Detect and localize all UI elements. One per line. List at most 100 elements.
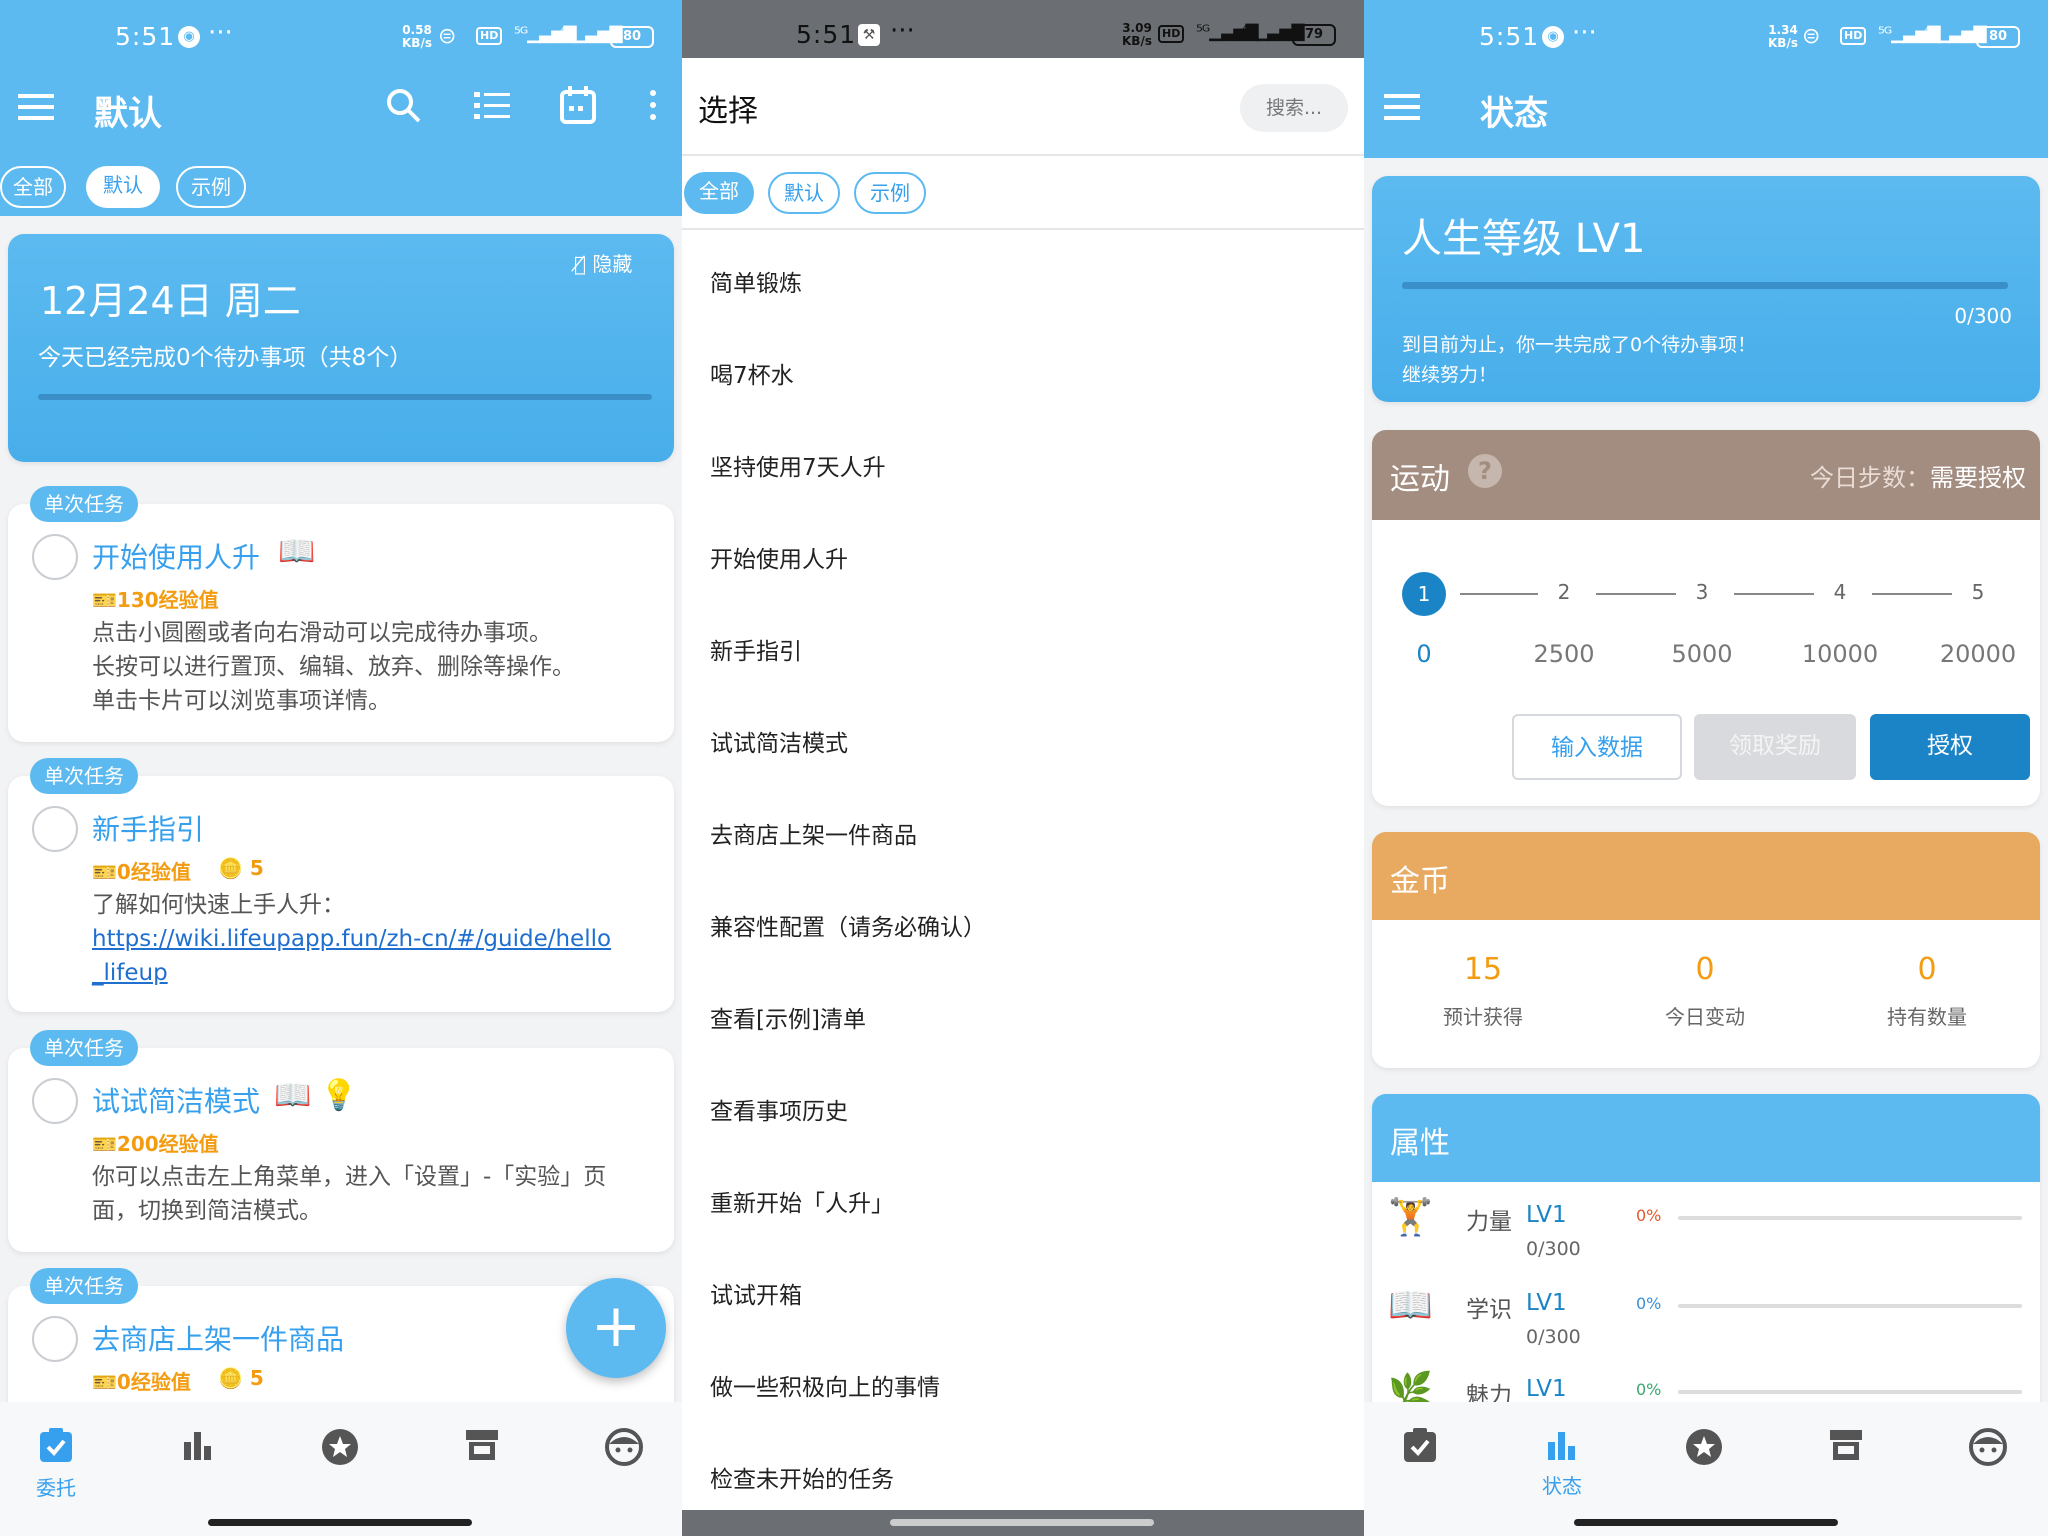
menu-icon[interactable] bbox=[18, 94, 54, 120]
task-option[interactable]: 简单锻炼 bbox=[710, 264, 802, 298]
nav-tasks[interactable] bbox=[1380, 1428, 1460, 1468]
home-indicator bbox=[1574, 1519, 1838, 1526]
coins-stat-owned: 0 持有数量 bbox=[1887, 952, 1967, 1029]
divider bbox=[682, 228, 1364, 230]
step-threshold: 0 bbox=[1416, 640, 1432, 668]
bottom-nav: 委托 bbox=[0, 1402, 682, 1536]
step-threshold: 20000 bbox=[1939, 640, 2017, 668]
exercise-header: 运动 ? 今日步数：需要授权 bbox=[1372, 430, 2040, 520]
overflow-menu-icon[interactable] bbox=[650, 90, 656, 120]
attribute-progress-bar bbox=[1678, 1390, 2022, 1394]
filter-chip-all[interactable]: 全部 bbox=[684, 172, 754, 214]
task-type-tag: 单次任务 bbox=[30, 758, 138, 794]
filter-chip-default[interactable]: 默认 bbox=[86, 166, 160, 208]
wifi-calling-icon: ⊜ bbox=[1802, 24, 1821, 49]
summary-subtitle: 今天已经完成0个待办事项（共8个） bbox=[38, 345, 413, 371]
wifi-calling-icon: ⊜ bbox=[438, 24, 457, 49]
attributes-card: 属性 🏋 力量 LV1 0/300 0% 📖 学识 LV1 0/300 0% 🌿… bbox=[1372, 1094, 2040, 1414]
calendar-icon[interactable] bbox=[560, 86, 596, 124]
network-speed: 3.09 KB/s bbox=[1122, 21, 1152, 48]
input-data-button[interactable]: 输入数据 bbox=[1512, 714, 1682, 780]
step-milestone: 3 bbox=[1695, 580, 1709, 604]
complete-task-circle[interactable] bbox=[32, 1316, 78, 1362]
authorize-button[interactable]: 授权 bbox=[1870, 714, 2030, 780]
complete-task-circle[interactable] bbox=[32, 1078, 78, 1124]
attribute-row-knowledge[interactable]: 📖 学识 LV1 0/300 0% bbox=[1372, 1284, 2040, 1364]
home-indicator bbox=[208, 1519, 472, 1526]
guide-link[interactable]: https://wiki.lifeupapp.fun/zh-cn/#/guide… bbox=[92, 922, 611, 990]
clipboard-check-icon bbox=[1404, 1428, 1436, 1462]
step-milestone: 5 bbox=[1971, 580, 1985, 604]
claim-reward-button[interactable]: 领取奖励 bbox=[1694, 714, 1856, 780]
nav-tasks[interactable]: 委托 bbox=[16, 1428, 96, 1501]
task-option[interactable]: 查看[示例]清单 bbox=[710, 1000, 866, 1034]
menu-icon[interactable] bbox=[1384, 94, 1420, 120]
book-icon: 📖 bbox=[1388, 1285, 1433, 1326]
nav-profile[interactable] bbox=[1948, 1428, 2028, 1470]
steps-today[interactable]: 今日步数：需要授权 bbox=[1810, 458, 2026, 493]
skill-book-icon: 📖 bbox=[278, 534, 316, 569]
attribute-row-strength[interactable]: 🏋 力量 LV1 0/300 0% bbox=[1372, 1196, 2040, 1276]
add-task-fab[interactable]: + bbox=[566, 1278, 666, 1378]
task-option[interactable]: 重新开始「人升」 bbox=[710, 1184, 894, 1218]
task-option[interactable]: 检查未开始的任务 bbox=[710, 1460, 894, 1494]
nav-shop[interactable] bbox=[1806, 1428, 1886, 1466]
nav-achievements[interactable] bbox=[1664, 1428, 1744, 1470]
today-summary-card[interactable]: 12月24日 周二 👁̸ 隐藏 今天已经完成0个待办事项（共8个） bbox=[8, 234, 674, 462]
nav-profile[interactable] bbox=[584, 1428, 664, 1470]
life-level-card[interactable]: 人生等级 LV1 0/300 到目前为止，你一共完成了0个待办事项！ 继续努力！ bbox=[1372, 176, 2040, 402]
hd-icon: HD bbox=[476, 27, 503, 45]
task-exp: 🎫0经验值 bbox=[92, 860, 191, 884]
hd-icon: HD bbox=[1840, 27, 1867, 45]
filter-chip-example[interactable]: 示例 bbox=[176, 166, 246, 208]
task-title: 去商店上架一件商品 bbox=[92, 1323, 345, 1356]
task-option[interactable]: 去商店上架一件商品 bbox=[710, 816, 917, 850]
more-notifications-icon: ··· bbox=[1572, 18, 1597, 48]
task-option[interactable]: 查看事项历史 bbox=[710, 1092, 848, 1126]
filter-chip-all[interactable]: 全部 bbox=[0, 166, 66, 208]
status-bar: 5:51 ◉ ··· 0.58 KB/s ⊜ HD ⁵ᴳ▁▃▅▇ ⁴ᴳ▁▃▅▇ 8… bbox=[0, 0, 682, 74]
step-connector bbox=[1460, 593, 1538, 595]
task-option[interactable]: 坚持使用7天人升 bbox=[710, 448, 886, 482]
task-option[interactable]: 做一些积极向上的事情 bbox=[710, 1368, 940, 1402]
search-icon[interactable] bbox=[386, 88, 422, 124]
dumbbell-icon: 🏋 bbox=[1388, 1197, 1433, 1238]
more-notifications-icon: ··· bbox=[890, 16, 915, 46]
list-view-icon[interactable] bbox=[474, 90, 510, 122]
task-option[interactable]: 喝7杯水 bbox=[710, 356, 794, 390]
task-card[interactable]: 开始使用人升 📖 🎫130经验值 点击小圆圈或者向右滑动可以完成待办事项。 长按可… bbox=[8, 504, 674, 742]
task-exp: 🎫130经验值 bbox=[92, 588, 219, 612]
bar-chart-icon bbox=[184, 1432, 211, 1460]
coins-title: 金币 bbox=[1390, 864, 1450, 899]
exercise-title: 运动 bbox=[1390, 462, 1450, 497]
task-type-tag: 单次任务 bbox=[30, 1030, 138, 1066]
nav-shop[interactable] bbox=[442, 1428, 522, 1466]
task-card[interactable]: 新手指引 🎫0经验值 🪙 5 了解如何快速上手人升： https://wiki.… bbox=[8, 776, 674, 1012]
filter-chip-example[interactable]: 示例 bbox=[854, 172, 926, 214]
task-option[interactable]: 兼容性配置（请务必确认） bbox=[710, 908, 986, 942]
task-option[interactable]: 试试开箱 bbox=[710, 1276, 802, 1310]
complete-task-circle[interactable] bbox=[32, 534, 78, 580]
system-nav-bar bbox=[682, 1510, 1364, 1536]
search-input[interactable]: 搜索... bbox=[1240, 84, 1348, 132]
status-time: 5:51 bbox=[1479, 22, 1540, 51]
task-option[interactable]: 开始使用人升 bbox=[710, 540, 848, 574]
filter-chip-default[interactable]: 默认 bbox=[768, 172, 840, 214]
nav-status[interactable]: 状态 bbox=[1522, 1428, 1602, 1499]
complete-task-circle[interactable] bbox=[32, 806, 78, 852]
star-circle-icon bbox=[1686, 1429, 1722, 1465]
step-connector bbox=[1734, 593, 1814, 595]
coins-stat-today: 0 今日变动 bbox=[1665, 952, 1745, 1029]
skill-book-icon: 📖 bbox=[274, 1078, 312, 1113]
nav-status[interactable] bbox=[158, 1428, 238, 1466]
task-option[interactable]: 试试简洁模式 bbox=[710, 724, 848, 758]
task-description: 了解如何快速上手人升： bbox=[92, 892, 345, 918]
face-icon bbox=[1969, 1428, 2007, 1466]
task-option[interactable]: 新手指引 bbox=[710, 632, 802, 666]
help-icon[interactable]: ? bbox=[1468, 454, 1502, 488]
store-icon bbox=[1830, 1430, 1862, 1460]
nav-achievements[interactable] bbox=[300, 1428, 380, 1470]
task-card[interactable]: 试试简洁模式 📖 💡 🎫200经验值 你可以点击左上角菜单，进入「设置」-「实验… bbox=[8, 1048, 674, 1252]
status-time: 5:51 bbox=[796, 20, 857, 49]
hide-summary-button[interactable]: 👁̸ 隐藏 bbox=[574, 248, 632, 277]
